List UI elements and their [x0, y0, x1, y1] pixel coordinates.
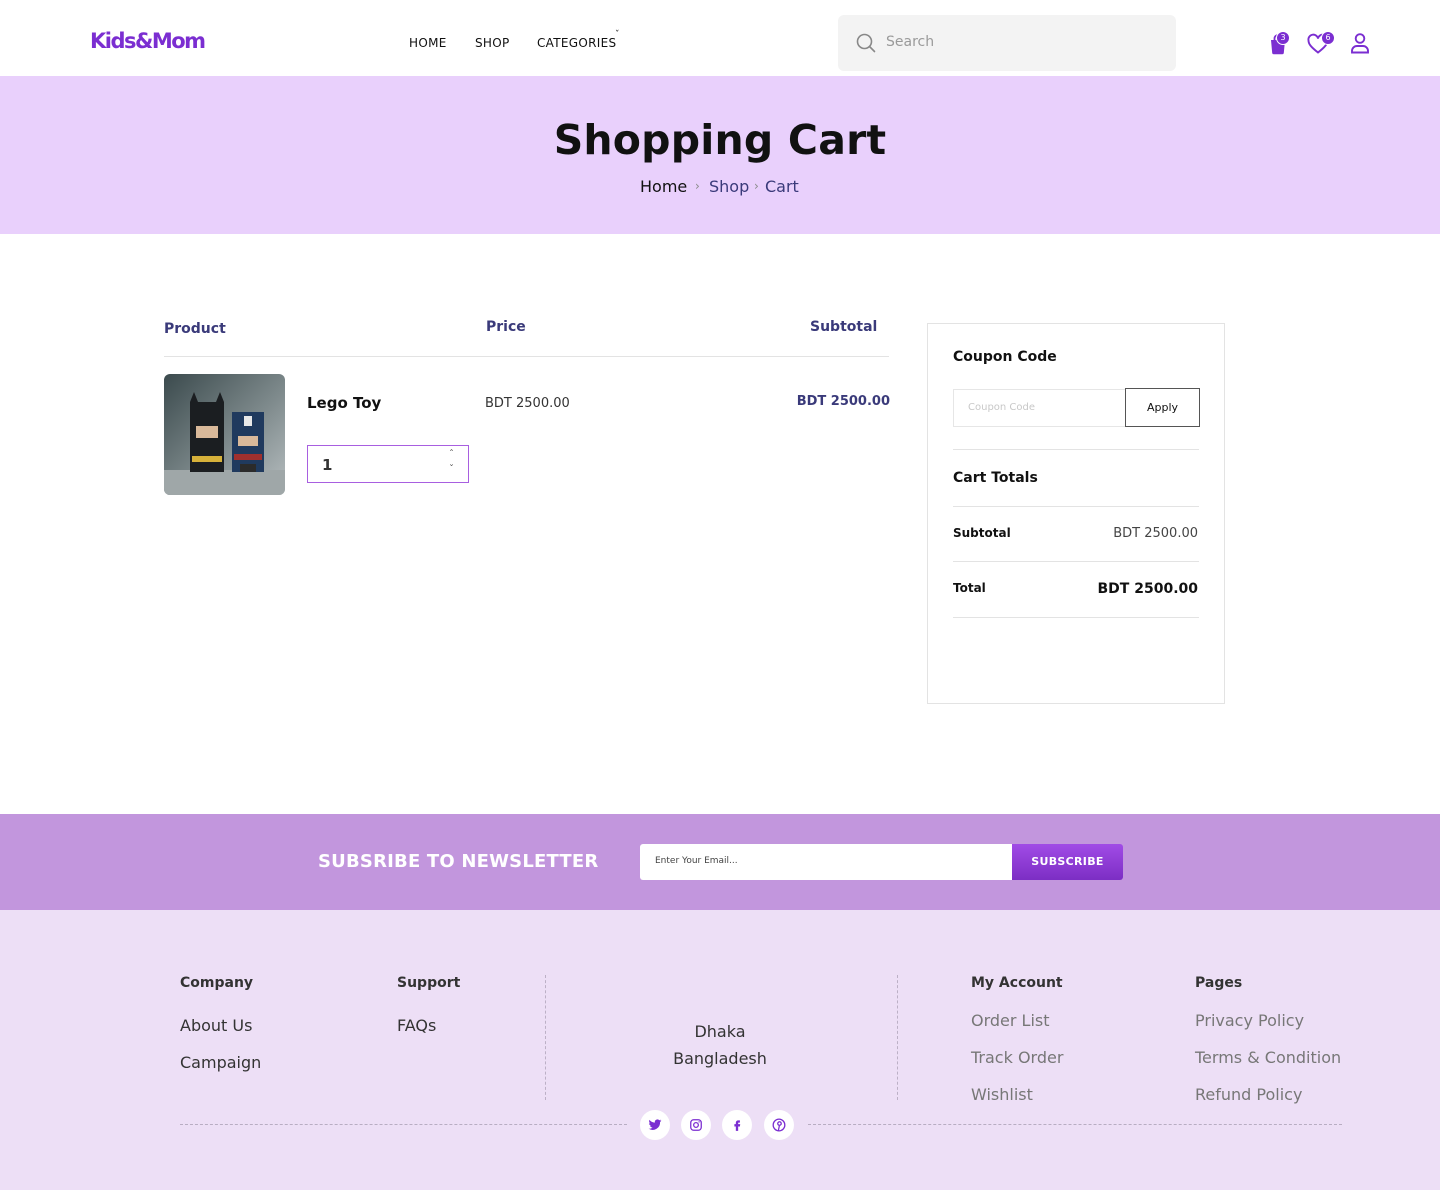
- address-city: Dhaka: [694, 1022, 746, 1041]
- apply-label: Apply: [1146, 401, 1179, 414]
- product-name[interactable]: Lego Toy: [307, 394, 381, 412]
- search-icon: [856, 33, 876, 53]
- newsletter-email-field[interactable]: Enter Your Email...: [640, 844, 1013, 880]
- chevron-down-icon[interactable]: ˇ: [449, 464, 454, 475]
- footer-link-privacy-policy[interactable]: Privacy Policy: [1195, 1011, 1304, 1030]
- wishlist-count-badge: 6: [1321, 31, 1335, 45]
- divider: [164, 356, 889, 357]
- twitter-icon[interactable]: [640, 1110, 670, 1140]
- nav-home[interactable]: HOME: [409, 36, 447, 50]
- column-header-subtotal: Subtotal: [810, 319, 878, 335]
- footer-heading-company: Company: [180, 975, 254, 991]
- search-placeholder: Search: [886, 34, 935, 50]
- quantity-stepper[interactable]: 1 ˆ ˇ: [307, 445, 469, 483]
- column-header-product: Product: [164, 321, 226, 337]
- newsletter-label: SUBSRIBE TO NEWSLETTER: [318, 851, 599, 872]
- footer-link-order-list[interactable]: Order List: [971, 1011, 1050, 1030]
- footer-heading-pages: Pages: [1195, 975, 1243, 991]
- divider: [953, 506, 1199, 507]
- coupon-placeholder: Coupon Code: [968, 402, 1036, 413]
- footer-heading-my-account: My Account: [971, 975, 1063, 991]
- footer-link-terms-condition[interactable]: Terms & Condition: [1195, 1048, 1341, 1067]
- newsletter-bar: SUBSRIBE TO NEWSLETTER Enter Your Email.…: [0, 814, 1440, 910]
- breadcrumb-cart: Cart: [765, 177, 799, 196]
- divider: [545, 975, 546, 1100]
- nav-shop[interactable]: SHOP: [475, 36, 510, 50]
- divider: [897, 975, 898, 1100]
- breadcrumb-home[interactable]: Home: [640, 177, 687, 196]
- chevron-down-icon[interactable]: ˇ: [615, 30, 620, 40]
- divider: [953, 617, 1199, 618]
- footer-link-wishlist[interactable]: Wishlist: [971, 1085, 1033, 1104]
- footer-link-faqs[interactable]: FAQs: [397, 1016, 436, 1035]
- search-input[interactable]: Search: [838, 15, 1176, 71]
- total-label: Total: [953, 581, 986, 595]
- total-value: BDT 2500.00: [1097, 581, 1198, 597]
- chevron-up-icon[interactable]: ˆ: [449, 449, 454, 460]
- footer-heading-support: Support: [397, 975, 461, 991]
- subtotal-value: BDT 2500.00: [1113, 526, 1198, 541]
- breadcrumb-chevron-icon: ›: [754, 179, 759, 193]
- pinterest-icon[interactable]: [764, 1110, 794, 1140]
- email-placeholder: Enter Your Email...: [655, 856, 738, 866]
- footer-link-about-us[interactable]: About Us: [180, 1016, 252, 1035]
- product-price: BDT 2500.00: [485, 396, 570, 411]
- facebook-icon[interactable]: [722, 1110, 752, 1140]
- logo[interactable]: Kids&Mom: [90, 29, 206, 53]
- divider: [953, 561, 1199, 562]
- footer-link-campaign[interactable]: Campaign: [180, 1053, 261, 1072]
- footer-link-refund-policy[interactable]: Refund Policy: [1195, 1085, 1302, 1104]
- nav-categories[interactable]: CATEGORIES: [537, 36, 616, 50]
- instagram-icon[interactable]: [681, 1110, 711, 1140]
- coupon-field[interactable]: Coupon Code: [953, 389, 1126, 427]
- page-title: Shopping Cart: [553, 116, 887, 164]
- divider: [808, 1124, 1342, 1125]
- subscribe-label: SUBSCRIBE: [1031, 855, 1104, 868]
- apply-button[interactable]: Apply: [1125, 388, 1200, 427]
- divider: [180, 1124, 627, 1125]
- footer-link-track-order[interactable]: Track Order: [971, 1048, 1063, 1067]
- page-banner: Shopping Cart Home › Shop › Cart: [0, 76, 1440, 234]
- subtotal-label: Subtotal: [953, 526, 1011, 540]
- subscribe-button[interactable]: SUBSCRIBE: [1012, 844, 1123, 880]
- site-footer: Company About Us Campaign Support FAQs D…: [0, 910, 1440, 1190]
- product-image[interactable]: [164, 374, 285, 495]
- breadcrumb-shop[interactable]: Shop: [709, 177, 749, 196]
- divider: [953, 449, 1199, 450]
- cart-totals-title: Cart Totals: [953, 470, 1038, 486]
- column-header-price: Price: [486, 319, 526, 335]
- coupon-title: Coupon Code: [953, 349, 1057, 365]
- user-icon[interactable]: [1348, 31, 1372, 55]
- address-country: Bangladesh: [673, 1049, 767, 1068]
- cart-summary: Coupon Code Coupon Code Apply Cart Total…: [927, 323, 1225, 704]
- breadcrumb-chevron-icon: ›: [695, 179, 700, 193]
- site-header: Kids&Mom HOME SHOP CATEGORIES ˇ Search 3…: [0, 0, 1440, 76]
- cart-count-badge: 3: [1276, 31, 1290, 45]
- quantity-value[interactable]: 1: [322, 456, 332, 474]
- product-subtotal: BDT 2500.00: [796, 394, 890, 409]
